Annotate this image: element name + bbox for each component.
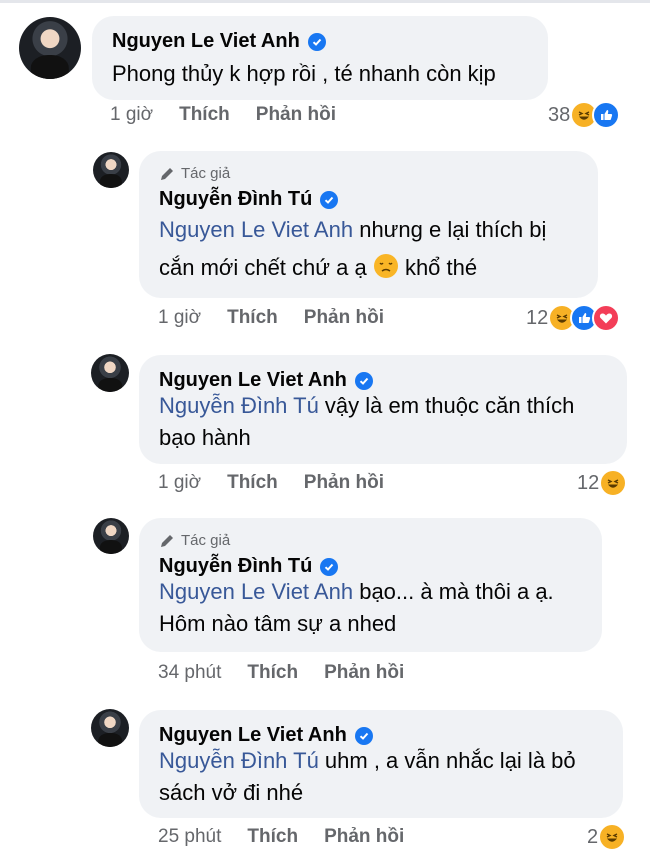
comment-bubble: Tác giả Nguyễn Đình Tú Nguyen Le Viet An… — [139, 151, 598, 298]
avatar[interactable] — [93, 152, 129, 188]
comment-text-line: uhm , a vẫn nhắc lại là bỏ — [318, 748, 576, 773]
verified-icon — [354, 726, 373, 745]
avatar[interactable] — [93, 518, 129, 554]
comment-bubble: Nguyen Le Viet Anh Nguyễn Đình Tú uhm , … — [139, 710, 623, 818]
comment-actions: 1 giờ Thích Phản hồi — [158, 307, 410, 329]
reply-button[interactable]: Phản hồi — [324, 662, 404, 684]
like-button[interactable]: Thích — [227, 472, 278, 494]
author-tag-label: Tác giả — [181, 532, 231, 549]
avatar[interactable] — [91, 354, 129, 392]
like-button[interactable]: Thích — [227, 307, 278, 329]
comment-text: Nguyễn Đình Tú vậy là em thuộc căn thích… — [159, 390, 607, 454]
pen-icon — [159, 533, 175, 549]
love-icon — [592, 304, 621, 332]
verified-icon — [307, 32, 326, 51]
comment-text-line: nhưng e lại thích bị — [353, 217, 547, 242]
reaction-count: 12 — [526, 306, 549, 329]
comment-time[interactable]: 34 phút — [158, 662, 221, 684]
comment-time[interactable]: 25 phút — [158, 826, 221, 848]
verified-icon — [320, 557, 339, 576]
comment-text-line: khổ thé — [398, 255, 478, 280]
author-name[interactable]: Nguyen Le Viet Anh — [159, 369, 347, 392]
top-divider — [0, 0, 650, 3]
comment-time[interactable]: 1 giờ — [158, 307, 201, 329]
comment-text: Phong thủy k hợp rồi , té nhanh còn kịp — [112, 61, 496, 86]
comment-bubble: Nguyen Le Viet Anh Nguyễn Đình Tú vậy là… — [139, 355, 627, 464]
comment-actions: 25 phút Thích Phản hồi — [158, 826, 430, 848]
comment-time[interactable]: 1 giờ — [110, 104, 153, 126]
reaction-summary[interactable]: 12 — [577, 469, 628, 497]
comment-text-line: bạo hành — [159, 425, 251, 450]
mention-link[interactable]: Nguyen Le Viet Anh — [159, 217, 353, 242]
reply-button[interactable]: Phản hồi — [304, 472, 384, 494]
like-icon — [592, 101, 621, 129]
like-button[interactable]: Thích — [247, 662, 298, 684]
author-name[interactable]: Nguyễn Đình Tú — [159, 555, 312, 578]
reaction-count: 2 — [587, 825, 599, 848]
reaction-summary[interactable]: 2 — [587, 823, 627, 851]
author-tag: Tác giả — [159, 532, 582, 549]
pen-icon — [159, 166, 175, 182]
haha-icon — [599, 469, 628, 497]
haha-icon — [598, 823, 627, 851]
reply-button[interactable]: Phản hồi — [324, 826, 404, 848]
reaction-count: 38 — [548, 103, 571, 126]
comment-bubble: Tác giả Nguyễn Đình Tú Nguyen Le Viet An… — [139, 518, 602, 652]
comment-actions: 1 giờ Thích Phản hồi — [158, 472, 410, 494]
mention-link[interactable]: Nguyễn Đình Tú — [159, 393, 319, 418]
author-tag: Tác giả — [159, 165, 578, 182]
comment-text-line: cắn mới chết chứ a ạ — [159, 255, 367, 280]
mention-link[interactable]: Nguyễn Đình Tú — [159, 748, 319, 773]
comment-text-line: sách vở đi nhé — [159, 780, 304, 805]
author-name[interactable]: Nguyễn Đình Tú — [159, 188, 312, 211]
avatar[interactable] — [19, 17, 81, 79]
comment-text-line: Hôm nào tâm sự a nhed — [159, 611, 397, 636]
author-name[interactable]: Nguyen Le Viet Anh — [159, 724, 347, 747]
comment-bubble: Nguyen Le Viet Anh Phong thủy k hợp rồi … — [92, 16, 548, 100]
reply-button[interactable]: Phản hồi — [256, 104, 336, 126]
reaction-summary[interactable]: 12 — [526, 304, 621, 332]
comment-time[interactable]: 1 giờ — [158, 472, 201, 494]
like-button[interactable]: Thích — [247, 826, 298, 848]
comment-text: Nguyen Le Viet Anh nhưng e lại thích bị … — [159, 211, 578, 287]
verified-icon — [320, 190, 339, 209]
verified-icon — [354, 371, 373, 390]
like-button[interactable]: Thích — [179, 104, 230, 126]
mention-link[interactable]: Nguyen Le Viet Anh — [159, 579, 353, 604]
reaction-count: 12 — [577, 471, 600, 494]
reaction-summary[interactable]: 38 — [548, 101, 621, 129]
comment-actions: 34 phút Thích Phản hồi — [158, 662, 430, 684]
comment-actions: 1 giờ Thích Phản hồi — [110, 104, 362, 126]
author-tag-label: Tác giả — [181, 165, 231, 182]
comment-text: Nguyen Le Viet Anh bạo... à mà thôi a ạ.… — [159, 576, 582, 640]
comment-text-line: bạo... à mà thôi a ạ. — [353, 579, 554, 604]
reply-button[interactable]: Phản hồi — [304, 307, 384, 329]
comment-text-line: vậy là em thuộc căn thích — [318, 393, 575, 418]
author-name[interactable]: Nguyen Le Viet Anh — [112, 30, 300, 53]
comment-text: Nguyễn Đình Tú uhm , a vẫn nhắc lại là b… — [159, 745, 603, 809]
avatar[interactable] — [91, 709, 129, 747]
disappointed-face-icon — [373, 253, 399, 279]
